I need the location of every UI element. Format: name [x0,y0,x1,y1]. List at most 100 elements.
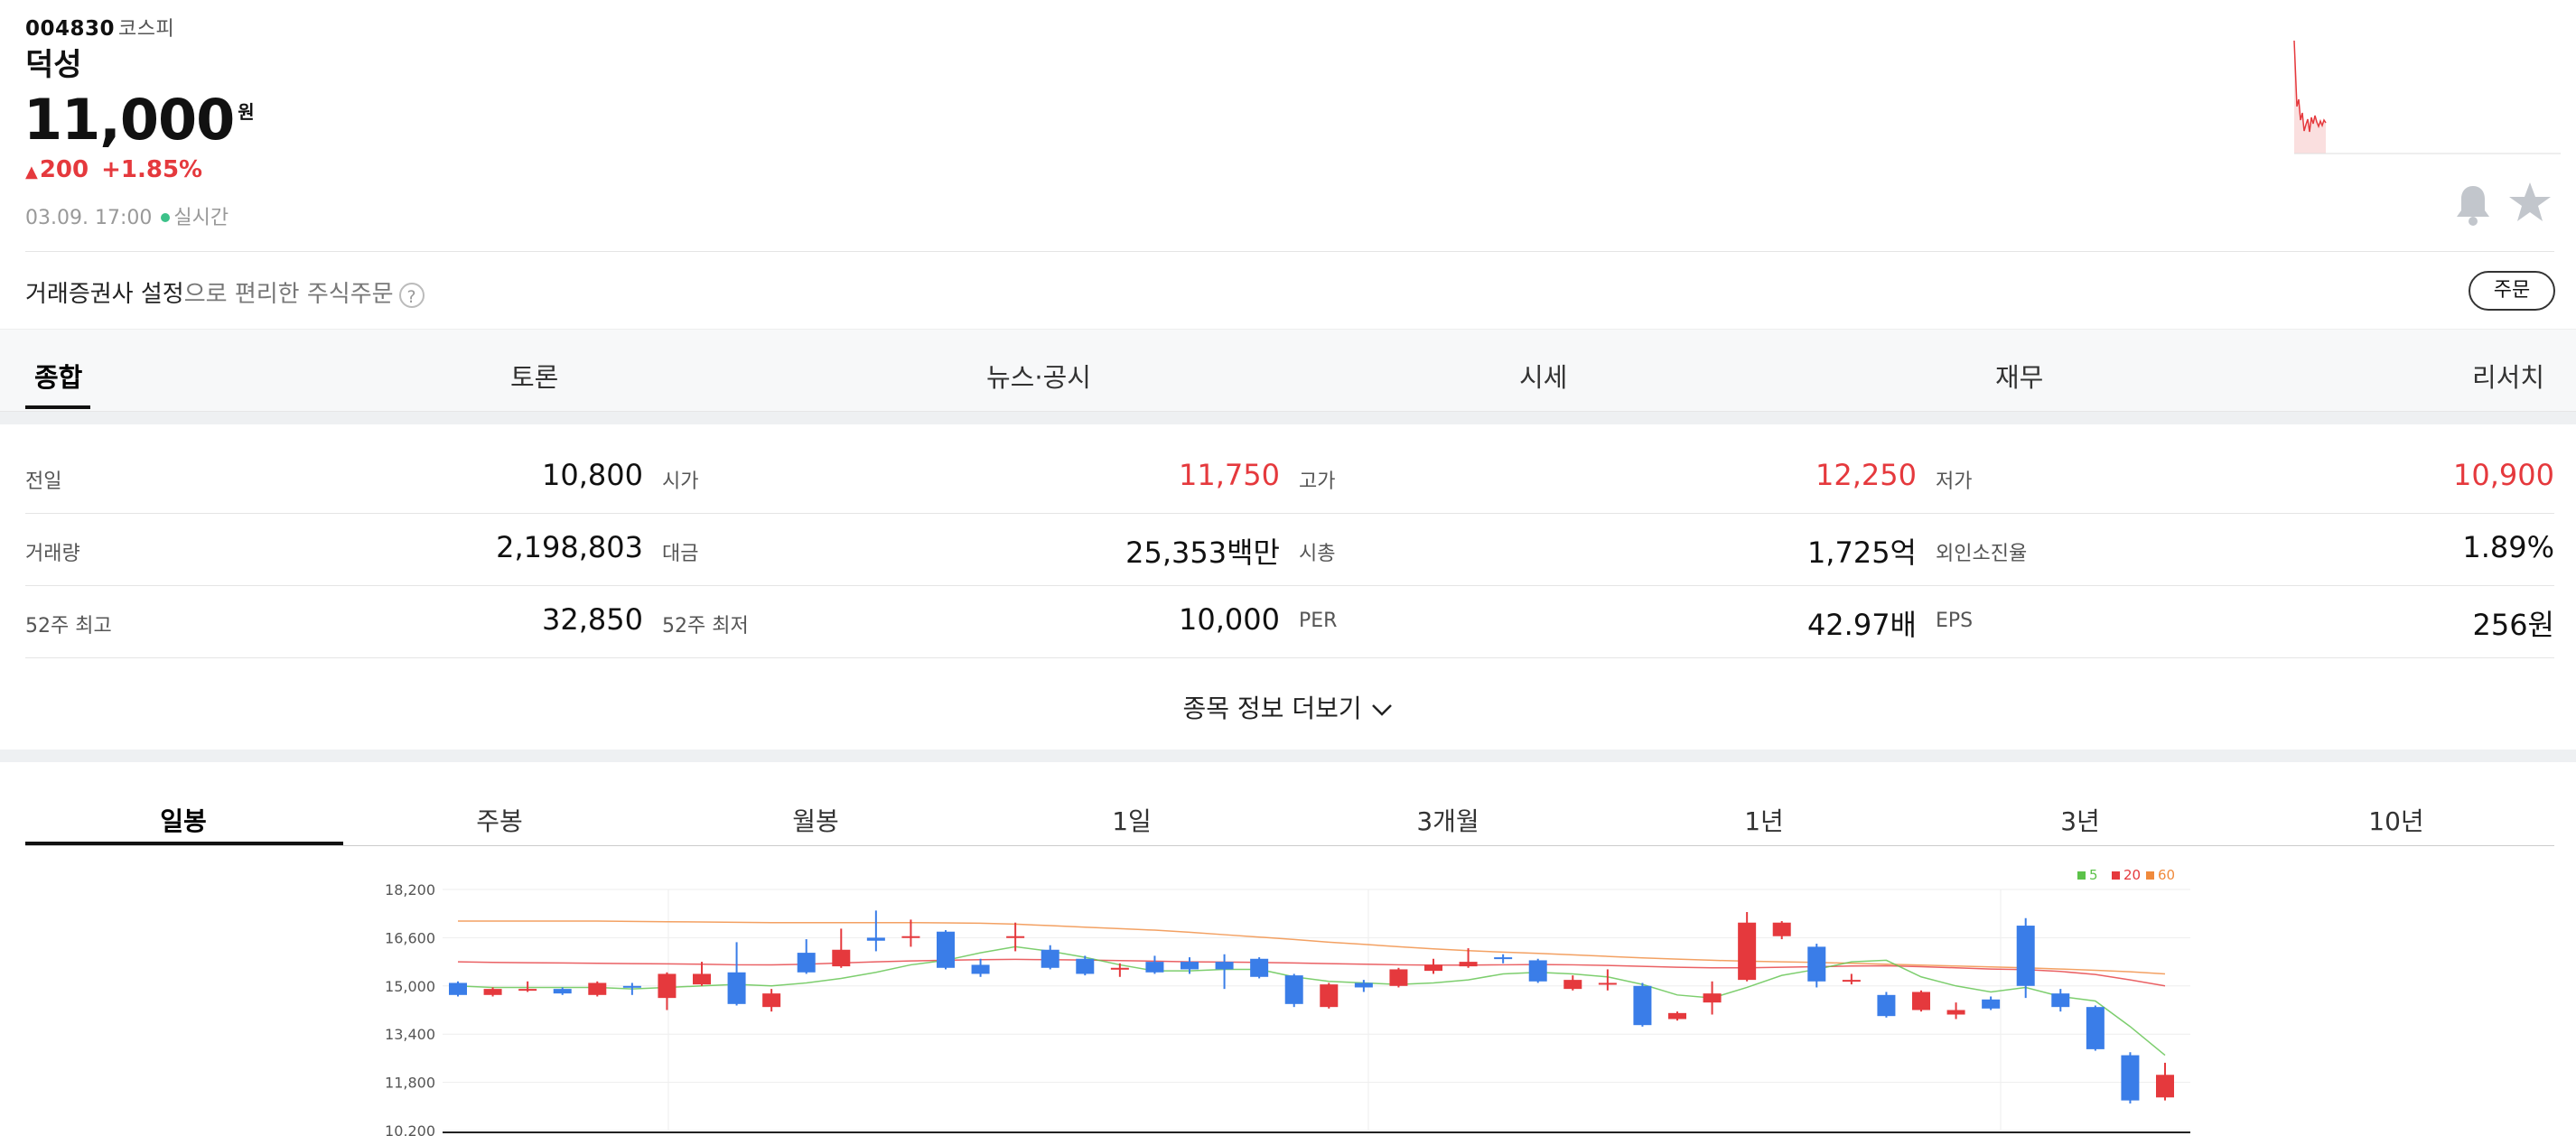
candle-body [1041,949,1059,968]
candle-body [658,973,677,999]
main-tab-bar: 종합 토론 뉴스·공시 시세 재무 리서치 [0,329,2576,413]
tab-discussion[interactable]: 토론 [510,357,558,395]
candle-body [1424,964,1442,972]
bell-icon[interactable] [2454,183,2492,230]
candle-body [1633,985,1652,1026]
range-tab-monthly[interactable]: 월봉 [658,802,974,838]
divider [25,845,2554,846]
broker-setting-banner[interactable]: 거래증권사 설정으로 편리한 주식주문? [25,275,425,309]
candle-body [518,989,537,992]
candle-body [693,973,711,985]
tab-research[interactable]: 리서치 [2472,357,2544,395]
stat-label: PER [1299,610,1338,632]
candle-body [1703,993,1722,1003]
candle-body [1946,1010,1965,1015]
range-tab-daily[interactable]: 일봉 [25,802,341,838]
stat-label: 52주 최저 [662,615,749,638]
stat-label: 고가 [1299,470,1336,493]
stat-value: 1.89% [2462,530,2554,564]
candle-body [588,982,607,995]
stat-value: 42.97배 [1806,608,1917,642]
stat-value: 10,900 [2453,458,2554,492]
realtime-dot-icon [161,213,171,222]
range-tab-3m[interactable]: 3개월 [1290,802,1606,838]
range-tab-10y[interactable]: 10년 [2238,802,2554,838]
candle-body [971,964,990,974]
stat-value: 32,850 [542,602,643,637]
tab-news[interactable]: 뉴스·공시 [986,357,1091,395]
candle-body [1912,992,1930,1010]
divider [25,251,2554,252]
stat-value: 10,800 [542,458,643,492]
legend-swatch [2077,871,2086,880]
question-icon[interactable]: ? [398,282,425,308]
tab-summary[interactable]: 종합 [34,357,82,395]
candle-body [1877,994,1896,1017]
y-tick-label: 18,200 [385,881,435,899]
candle-body [937,931,955,968]
range-tab-weekly[interactable]: 주봉 [341,802,658,838]
change-percent: +1.85% [101,156,203,183]
candle-body [483,989,502,995]
star-icon[interactable] [2507,181,2553,229]
range-tab-1d[interactable]: 1일 [974,802,1290,838]
more-info-button[interactable]: 종목 정보 더보기 [0,689,2576,725]
legend-label: 20 [2123,867,2141,883]
y-tick-label: 16,600 [385,929,435,946]
order-button[interactable]: 주문 [2469,271,2555,311]
y-tick-label: 11,800 [385,1075,435,1092]
update-time: 03.09. 17:00 실시간 [25,207,229,229]
broker-setting-text: 으로 편리한 주식주문 [183,281,394,308]
y-tick-label: 15,000 [385,978,435,995]
tab-financials[interactable]: 재무 [1995,357,2043,395]
candle-body [1598,982,1617,985]
stat-label: 거래량 [25,543,80,565]
stat-label: 52주 최고 [25,615,112,638]
candle-body [1668,1012,1686,1020]
candle-body [1250,958,1269,977]
candle-body [1494,957,1513,960]
stat-value: 256원 [2472,608,2554,642]
tab-quotes[interactable]: 시세 [1519,357,1567,395]
stat-value: 2,198,803 [496,530,643,564]
candle-body [1389,969,1408,986]
candle-body [727,972,746,1004]
candle-body [622,985,641,988]
stat-label: 외인소진율 [1936,543,2028,565]
change-amount: 200 [39,156,89,183]
candle-body [797,953,816,973]
stat-label: 시총 [1299,543,1336,565]
stat-value: 1,725억 [1806,535,1917,570]
stat-value: 25,353백만 [1125,535,1280,570]
y-tick-label: 13,400 [385,1026,435,1043]
range-tab-3y[interactable]: 3년 [1922,802,2238,838]
candle-body [553,989,572,994]
candlestick-chart[interactable]: 18,200 16,600 15,000 13,400 11,800 10,200 5 20 6… [379,858,2204,1136]
stat-label: 대금 [662,543,699,565]
price-unit: 원 [238,101,254,123]
broker-setting-link[interactable]: 거래증권사 설정 [25,281,184,308]
candle-body [1738,922,1757,981]
candle-body [1006,936,1025,938]
row-divider [25,513,2554,514]
candle-body [1110,967,1129,970]
candle-body [832,949,851,967]
stat-label: 전일 [25,470,62,493]
stat-value: 12,250 [1815,458,1917,492]
section-gap [0,412,2576,424]
stat-label: 저가 [1936,470,1973,493]
candle-body [2156,1075,2174,1098]
moving-average-ma20 [457,958,2166,987]
candle-body [1772,922,1791,936]
candle-body [762,993,781,1008]
stats-table: 전일 10,800 시가 11,750 고가 12,250 저가 10,900 … [0,424,2576,659]
candle-body [1563,980,1582,990]
row-divider [25,585,2554,586]
section-gap [0,750,2576,762]
legend-label: 5 [2089,867,2098,883]
legend-swatch [2146,871,2154,880]
candle-body [1145,962,1164,973]
chevron-down-icon [1371,704,1392,716]
candle-body [1320,984,1339,1008]
range-tab-1y[interactable]: 1년 [1606,802,1922,838]
